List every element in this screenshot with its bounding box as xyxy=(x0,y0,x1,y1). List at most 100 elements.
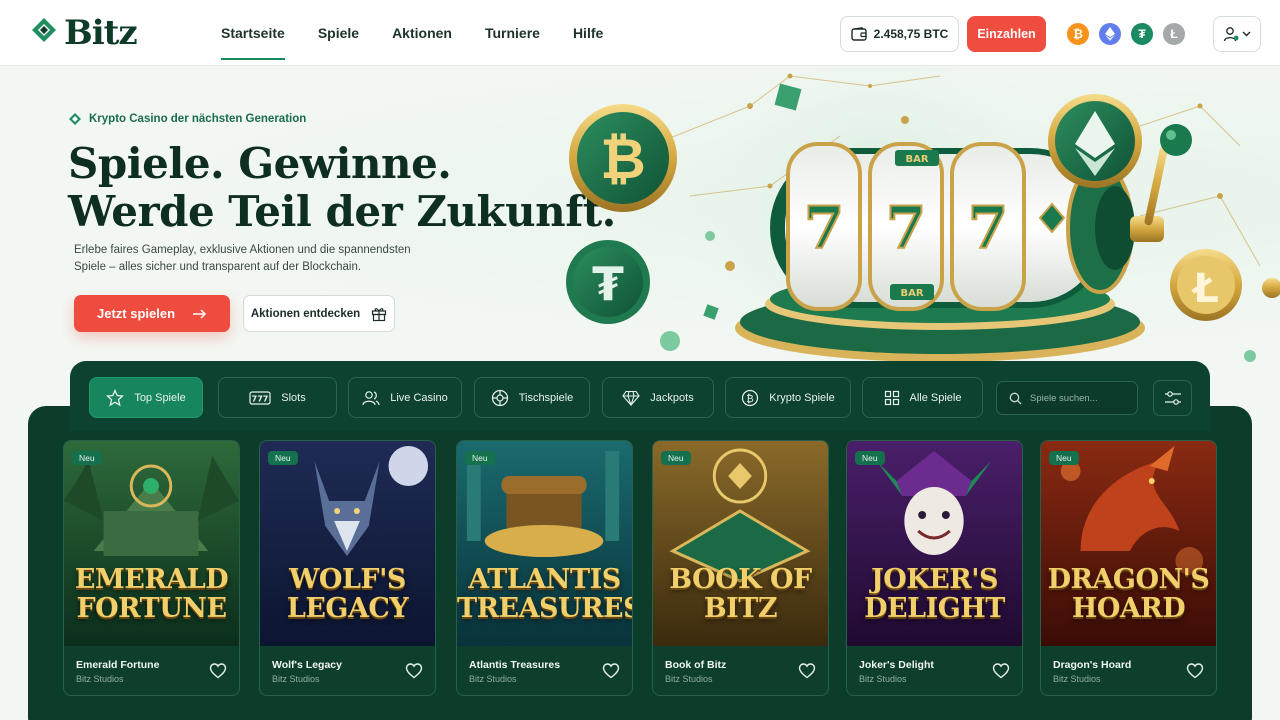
svg-text:₮: ₮ xyxy=(592,257,624,311)
game-title: Joker's Delight xyxy=(859,659,934,671)
game-logo-line: EMERALD xyxy=(74,564,229,595)
game-card-jokers-delight[interactable]: Neu JOKER'S DELIGHT Joker's Delight Bitz… xyxy=(846,440,1023,696)
tab-alle-spiele[interactable]: Alle Spiele xyxy=(862,377,983,418)
heart-icon[interactable] xyxy=(602,662,620,680)
crypto-coin-icon: ₿ xyxy=(742,389,759,406)
hero-subtext: Erlebe faires Gameplay, exklusive Aktion… xyxy=(74,244,411,273)
tab-label: Slots xyxy=(281,391,306,404)
game-logo-text: DRAGON'S HOARD xyxy=(1041,565,1216,623)
hero-headline: Spiele. Gewinne. Werde Teil der Zukunft. xyxy=(68,140,616,236)
new-badge: Neu xyxy=(661,451,691,465)
game-studio: Bitz Studios xyxy=(76,674,124,684)
nav-item-startseite[interactable]: Startseite xyxy=(221,0,285,66)
game-logo-text: EMERALD FORTUNE xyxy=(64,565,239,623)
user-icon xyxy=(1223,27,1239,42)
hero-section: Krypto Casino der nächsten Generation Sp… xyxy=(0,66,1280,366)
svg-text:₿: ₿ xyxy=(747,393,754,405)
tab-label: Alle Spiele xyxy=(909,391,962,404)
svg-text:7: 7 xyxy=(804,194,844,262)
user-menu-button[interactable] xyxy=(1213,16,1261,52)
ethereum-icon[interactable] xyxy=(1099,23,1121,45)
heart-icon[interactable] xyxy=(405,662,423,680)
arrow-right-icon xyxy=(193,308,207,319)
game-logo-text: JOKER'S DELIGHT xyxy=(847,565,1022,623)
roulette-icon xyxy=(491,389,508,406)
game-studio: Bitz Studios xyxy=(1053,674,1101,684)
brand-logo[interactable]: Bitz xyxy=(32,16,138,50)
svg-text:777: 777 xyxy=(252,394,269,403)
hero-headline-line-1: Spiele. Gewinne. xyxy=(68,139,452,188)
tab-label: Live Casino xyxy=(390,391,448,404)
svg-text:BAR: BAR xyxy=(905,154,928,165)
svg-text:7: 7 xyxy=(886,194,926,262)
game-logo-line: BOOK OF xyxy=(669,564,812,595)
main-nav: Startseite Spiele Aktionen Turniere Hilf… xyxy=(221,0,636,66)
deposit-button[interactable]: Einzahlen xyxy=(967,16,1046,52)
tether-icon[interactable]: ₮ xyxy=(1131,23,1153,45)
game-logo-line: DELIGHT xyxy=(864,593,1005,624)
tab-label: Jackpots xyxy=(650,391,694,404)
nav-item-turniere[interactable]: Turniere xyxy=(485,0,540,66)
heart-icon[interactable] xyxy=(992,662,1010,680)
new-badge: Neu xyxy=(855,451,885,465)
svg-text:BAR: BAR xyxy=(900,288,923,299)
game-logo-line: HOARD xyxy=(1071,593,1186,624)
filter-button[interactable] xyxy=(1153,380,1192,416)
game-logo-line: BITZ xyxy=(703,593,778,624)
game-logo-line: JOKER'S xyxy=(870,564,999,595)
game-logo-line: DRAGON'S xyxy=(1047,564,1210,595)
bitz-diamond-icon xyxy=(32,18,56,42)
game-card-dragons-hoard[interactable]: Neu DRAGON'S HOARD Dragon's Hoard Bitz S… xyxy=(1040,440,1217,696)
nav-item-aktionen[interactable]: Aktionen xyxy=(392,0,452,66)
game-title: Dragon's Hoard xyxy=(1053,659,1132,671)
play-now-button[interactable]: Jetzt spielen xyxy=(74,295,230,332)
play-now-label: Jetzt spielen xyxy=(96,306,176,321)
top-header: Bitz Startseite Spiele Aktionen Turniere… xyxy=(0,0,1280,66)
tab-tischspiele[interactable]: Tischspiele xyxy=(474,377,590,418)
game-card-atlantis-treasures[interactable]: Neu ATLANTIS TREASURES Atlantis Treasure… xyxy=(456,440,633,696)
game-studio: Bitz Studios xyxy=(272,674,320,684)
new-badge: Neu xyxy=(72,451,102,465)
search-input[interactable] xyxy=(1030,392,1130,404)
game-logo-line: LEGACY xyxy=(286,593,409,624)
crypto-currency-list: ₿ ₮ Ł xyxy=(1067,23,1185,45)
slots-777-icon: 777 xyxy=(249,390,271,405)
game-card-book-of-bitz[interactable]: Neu BOOK OF BITZ Book of Bitz Bitz Studi… xyxy=(652,440,829,696)
game-studio: Bitz Studios xyxy=(665,674,713,684)
game-logo-text: BOOK OF BITZ xyxy=(653,565,828,623)
game-search xyxy=(996,381,1138,415)
tab-label: Krypto Spiele xyxy=(769,391,835,404)
tab-top-spiele[interactable]: Top Spiele xyxy=(89,377,203,418)
heart-icon[interactable] xyxy=(209,662,227,680)
grid-icon xyxy=(884,390,899,405)
game-logo-text: ATLANTIS TREASURES xyxy=(457,565,632,623)
game-title: Atlantis Treasures xyxy=(469,659,561,671)
discover-promotions-label: Aktionen entdecken xyxy=(250,307,361,320)
game-title: Emerald Fortune xyxy=(76,659,160,671)
nav-item-hilfe[interactable]: Hilfe xyxy=(573,0,603,66)
wallet-icon xyxy=(850,27,867,41)
new-badge: Neu xyxy=(465,451,495,465)
game-card-emerald-fortune[interactable]: Neu EMERALD FORTUNE Emerald Fortune Bitz… xyxy=(63,440,240,696)
tab-krypto-spiele[interactable]: ₿ Krypto Spiele xyxy=(725,377,851,418)
chevron-down-icon xyxy=(1242,31,1251,37)
game-title: Book of Bitz xyxy=(665,659,727,671)
game-logo-line: ATLANTIS xyxy=(468,564,621,595)
game-logo-text: WOLF'S LEGACY xyxy=(260,565,435,623)
heart-icon[interactable] xyxy=(1186,662,1204,680)
tab-slots[interactable]: 777 Slots xyxy=(218,377,337,418)
nav-item-spiele[interactable]: Spiele xyxy=(318,0,359,66)
wallet-balance-button[interactable]: 2.458,75 BTC xyxy=(840,16,959,52)
tab-live-casino[interactable]: Live Casino xyxy=(348,377,462,418)
game-logo-line: TREASURES xyxy=(457,593,633,624)
tab-jackpots[interactable]: Jackpots xyxy=(602,377,714,418)
discover-promotions-button[interactable]: Aktionen entdecken xyxy=(243,295,395,332)
slot-machine-illustration: 777 BAR BAR ₿ ₮ Ł xyxy=(566,66,1280,366)
game-logo-line: FORTUNE xyxy=(76,593,227,624)
star-icon xyxy=(106,388,125,406)
bitcoin-icon[interactable]: ₿ xyxy=(1067,23,1089,45)
litecoin-icon[interactable]: Ł xyxy=(1163,23,1185,45)
gift-icon xyxy=(372,307,387,321)
game-card-wolfs-legacy[interactable]: Neu WOLF'S LEGACY Wolf's Legacy Bitz Stu… xyxy=(259,440,436,696)
heart-icon[interactable] xyxy=(798,662,816,680)
